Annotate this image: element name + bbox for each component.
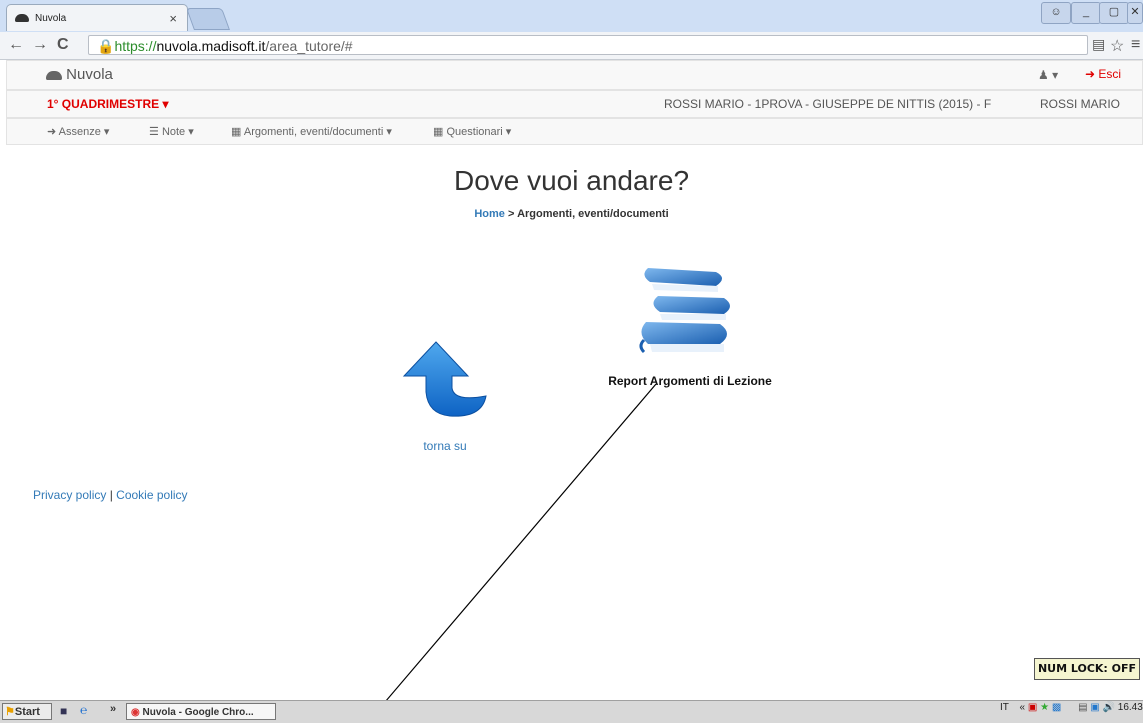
start-button[interactable]: ⚑Start [2, 703, 52, 720]
translate-icon[interactable]: ▤ [1092, 36, 1105, 53]
user-name: ROSSI MARIO [1040, 97, 1121, 111]
forward-arrow-icon[interactable]: → [32, 36, 48, 54]
menu-label: Questionari [446, 126, 503, 138]
menu-icon[interactable]: ≡ [1131, 36, 1140, 54]
logout-label: Esci [1098, 67, 1122, 81]
back-to-top-link[interactable]: torna su [400, 439, 490, 453]
book-icon: ▦ [433, 126, 444, 138]
tray-printer-icon[interactable]: ▤ [1078, 702, 1087, 713]
menu-note[interactable]: ☰ Note ▾ [149, 125, 194, 138]
brand-label: Nuvola [66, 66, 113, 83]
browser-tab[interactable]: Nuvola × [6, 4, 188, 31]
period-label: 1° QUADRIMESTRE [47, 97, 160, 111]
breadcrumb-separator: > [507, 208, 515, 220]
tray-monitor-icon[interactable]: ▣ [1090, 702, 1099, 713]
up-arrow-icon[interactable] [400, 340, 490, 420]
cookie-policy-link[interactable]: Cookie policy [116, 488, 187, 502]
address-bar[interactable]: 🔒https://nuvola.madisoft.it/area_tutore/… [88, 35, 1088, 55]
system-tray: IT « ▣ ★ ▩ ▤ ▣ 🔊 16.43 [1000, 702, 1143, 713]
menu-argomenti[interactable]: ▦ Argomenti, eventi/documenti ▾ [231, 125, 392, 138]
breadcrumb-home[interactable]: Home [474, 208, 505, 220]
clock[interactable]: 16.43 [1118, 702, 1143, 713]
footer-links: Privacy policy | Cookie policy [33, 488, 188, 502]
books-icon[interactable] [638, 262, 738, 362]
tab-close-icon[interactable]: × [169, 11, 177, 26]
tray-app-icon[interactable]: ▣ [1028, 702, 1037, 713]
url-scheme: https:// [114, 38, 157, 54]
back-arrow-icon[interactable]: ← [8, 36, 24, 54]
caret-down-icon: ▾ [162, 97, 169, 111]
logout-icon: ➜ [1085, 67, 1096, 81]
user-menu-icon[interactable]: ♟ ▾ [1038, 68, 1058, 82]
footer-separator: | [109, 488, 113, 502]
menu-label: Note [161, 126, 186, 138]
maximize-button[interactable]: ▢ [1099, 2, 1129, 24]
tile-report-label[interactable]: Report Argomenti di Lezione [560, 374, 820, 388]
bookmark-star-icon[interactable]: ☆ [1110, 36, 1124, 56]
app-navbar [6, 60, 1143, 90]
url-host: nuvola.madisoft.it [156, 38, 266, 54]
table-icon: ▦ [231, 126, 242, 138]
student-info: ROSSI MARIO - 1PROVA - GIUSEPPE DE NITTI… [664, 97, 992, 111]
windows-flag-icon: ⚑ [5, 706, 15, 718]
tray-network-icon[interactable]: ▩ [1052, 702, 1061, 713]
logout-button[interactable]: ➜ Esci [1085, 67, 1121, 81]
tray-expand-icon[interactable]: « [1020, 702, 1026, 713]
brand[interactable]: Nuvola [46, 66, 113, 83]
page-title: Dove vuoi andare? [453, 165, 690, 196]
privacy-policy-link[interactable]: Privacy policy [33, 488, 106, 502]
menu-label: Assenze [58, 126, 101, 138]
period-dropdown[interactable]: 1° QUADRIMESTRE ▾ [47, 97, 169, 111]
menu-assenze[interactable]: ➜ Assenze ▾ [47, 125, 109, 138]
cloud-icon [46, 70, 62, 80]
menu-label: Argomenti, eventi/documenti [243, 126, 384, 138]
volume-icon[interactable]: 🔊 [1103, 702, 1115, 713]
menu-questionari[interactable]: ▦ Questionari ▾ [433, 125, 511, 138]
url-path: /area_tutore/# [265, 38, 353, 54]
new-tab-button[interactable] [185, 8, 231, 30]
show-desktop-icon[interactable]: ■ [60, 704, 67, 718]
sign-in-icon: ➜ [47, 126, 57, 138]
breadcrumb: Home > Argomenti, eventi/documenti [0, 208, 1143, 220]
list-icon: ☰ [149, 126, 159, 138]
language-indicator[interactable]: IT [1000, 702, 1009, 713]
start-label: Start [14, 706, 40, 718]
taskbar-chrome-item[interactable]: ◉ Nuvola - Google Chro... [126, 703, 276, 720]
lock-icon: 🔒 [97, 38, 115, 54]
minimize-button[interactable]: _ [1071, 2, 1101, 24]
taskbar-item-label: Nuvola - Google Chro... [142, 707, 254, 718]
overflow-chevron-icon[interactable]: » [110, 703, 116, 715]
tab-title: Nuvola [35, 12, 67, 24]
cloud-icon [15, 14, 29, 22]
close-window-button[interactable]: ✕ [1127, 2, 1143, 24]
user-icon[interactable]: ☺ [1041, 2, 1071, 24]
reload-icon[interactable]: C [57, 36, 69, 54]
breadcrumb-current: Argomenti, eventi/documenti [517, 208, 669, 220]
tray-star-icon[interactable]: ★ [1040, 702, 1049, 713]
numlock-indicator: NUM LOCK: OFF [1034, 658, 1140, 680]
internet-explorer-icon[interactable]: ℮ [80, 703, 87, 717]
chrome-icon: ◉ [131, 707, 140, 718]
